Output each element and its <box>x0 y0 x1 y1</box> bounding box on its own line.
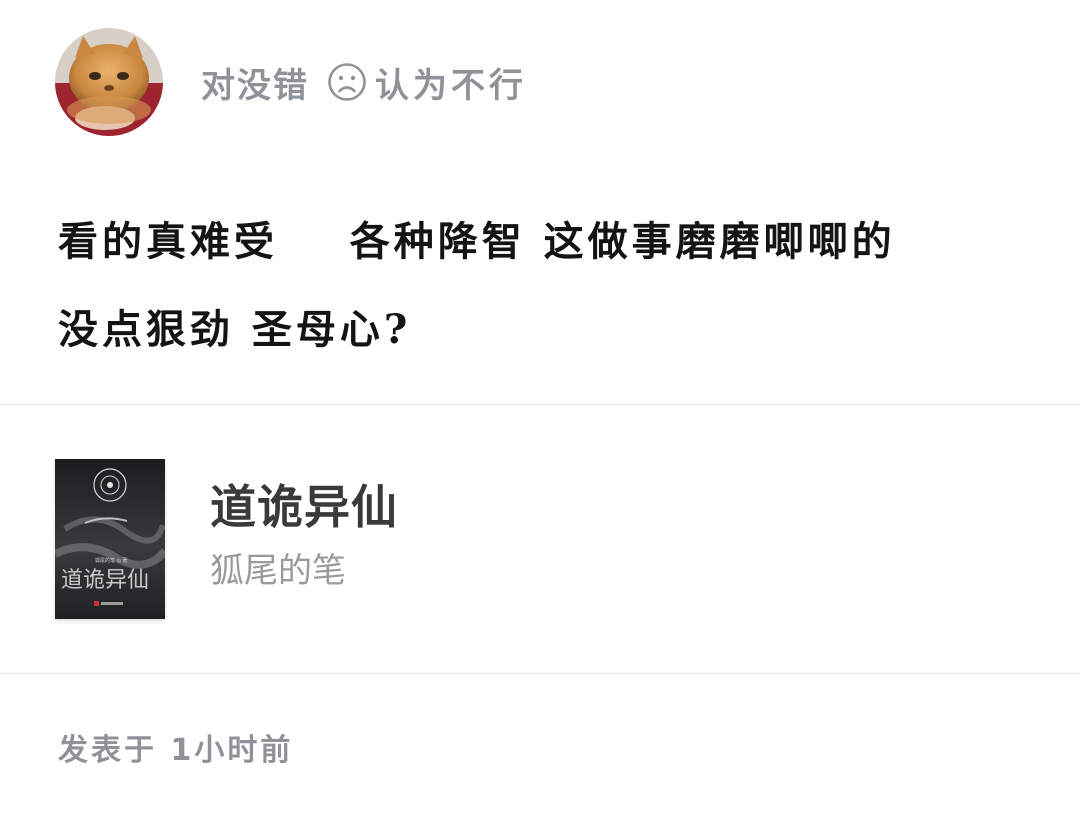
cover-author-text: 狐尾的笔 ◎ 著 <box>95 557 128 564</box>
divider <box>0 673 1080 674</box>
book-cover-image[interactable]: 狐尾的笔 ◎ 著 道诡异仙 <box>55 459 165 619</box>
comment-line: 没点狠劲 圣母心? <box>58 306 412 353</box>
user-avatar[interactable] <box>55 28 163 136</box>
author-name[interactable]: 对没错 <box>201 58 309 107</box>
frown-face-icon <box>328 63 366 101</box>
comment-line: 看的真难受 各种降智 这做事磨磨唧唧的 <box>58 218 896 265</box>
book-info: 道诡异仙 狐尾的笔 <box>210 459 398 593</box>
reaction-badge: 认为不行 <box>327 58 527 107</box>
book-title[interactable]: 道诡异仙 <box>210 479 398 535</box>
post-timestamp: 发表于 1小时前 <box>58 733 294 768</box>
cover-title-text: 道诡异仙 <box>61 568 149 593</box>
reaction-label: 认为不行 <box>375 65 527 106</box>
post-header: 对没错 认为不行 <box>55 28 527 136</box>
book-author[interactable]: 狐尾的笔 <box>210 549 398 593</box>
book-card[interactable]: 狐尾的笔 ◎ 著 道诡异仙 道诡异仙 狐尾的笔 <box>55 459 398 619</box>
comment-body: 看的真难受 各种降智 这做事磨磨唧唧的 没点狠劲 圣母心? <box>58 198 1043 374</box>
divider <box>0 404 1080 405</box>
